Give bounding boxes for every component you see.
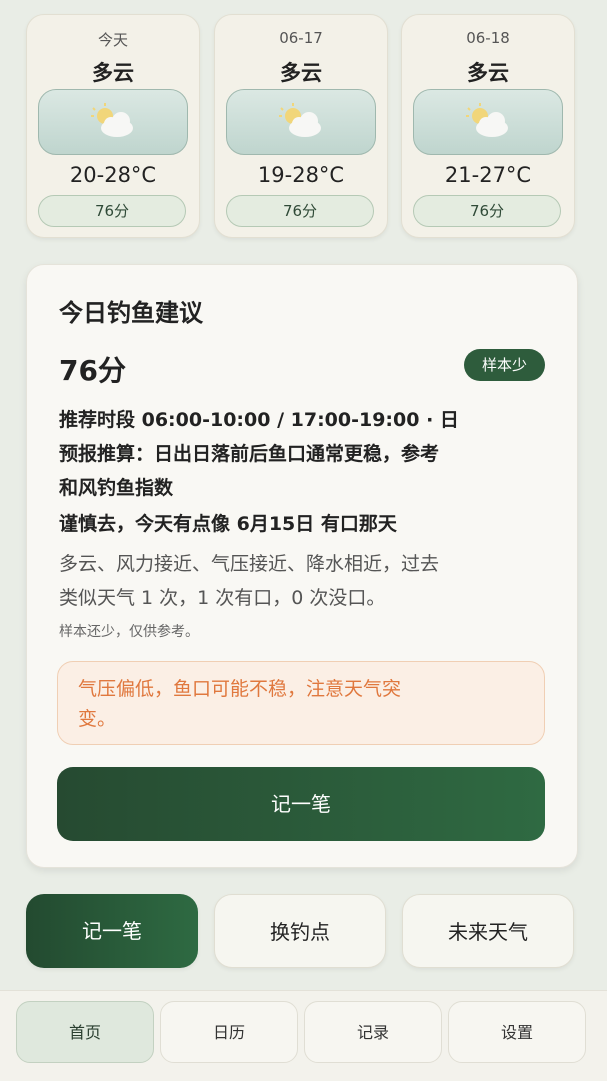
fishing-advice-card: 今日钓鱼建议 76分 样本少 推荐时段 06:00-10:00 / 17:00-… <box>26 264 578 868</box>
forecast-temp: 21-27°C <box>444 163 532 187</box>
change-spot-button[interactable]: 换钓点 <box>214 894 386 968</box>
future-weather-button[interactable]: 未来天气 <box>402 894 574 968</box>
forecast-condition: 多云 <box>92 61 134 85</box>
recommended-time: 推荐时段 06:00-10:00 / 17:00-19:00 · 日 预报推算：… <box>59 403 549 505</box>
recommend-line: 和风钓鱼指数 <box>59 477 174 499</box>
sample-note: 样本还少，仅供参考。 <box>59 624 199 640</box>
forecast-condition: 多云 <box>280 61 322 85</box>
partly-cloudy-icon <box>91 103 133 137</box>
weather-icon-box <box>226 89 376 155</box>
forecast-date: 今天 <box>97 31 128 49</box>
forecast-condition: 多云 <box>467 61 509 85</box>
bottom-tab-bar: 首页 日历 记录 设置 <box>0 990 607 1081</box>
forecast-score: 76分 <box>413 195 561 227</box>
quick-record-button[interactable]: 记一笔 <box>26 894 198 968</box>
weather-icon-box <box>38 89 188 155</box>
similar-line: 类似天气 1 次，1 次有口，0 次没口。 <box>59 587 386 609</box>
advice-score: 76分 <box>59 354 126 387</box>
forecast-score: 76分 <box>226 195 374 227</box>
record-button[interactable]: 记一笔 <box>57 767 545 841</box>
sample-badge: 样本少 <box>463 349 545 381</box>
forecast-temp: 20-28°C <box>69 163 157 187</box>
recommend-line: 推荐时段 06:00-10:00 / 17:00-19:00 · 日 <box>59 409 459 431</box>
forecast-temp: 19-28°C <box>257 163 345 187</box>
advice-title: 今日钓鱼建议 <box>59 299 203 327</box>
partly-cloudy-icon <box>279 103 321 137</box>
forecast-date: 06-18 <box>466 29 510 47</box>
tab-settings[interactable]: 设置 <box>448 1001 586 1063</box>
forecast-date: 06-17 <box>279 29 323 47</box>
tab-calendar[interactable]: 日历 <box>160 1001 298 1063</box>
quick-actions: 记一笔 换钓点 未来天气 <box>26 894 576 970</box>
weather-icon-box <box>413 89 563 155</box>
warning-line: 气压偏低，鱼口可能不稳，注意天气突 <box>78 678 402 700</box>
pressure-warning: 气压偏低，鱼口可能不稳，注意天气突 变。 <box>57 661 545 745</box>
tab-records[interactable]: 记录 <box>304 1001 442 1063</box>
forecast-card-0618[interactable]: 06-18 多云 21-27°C 76分 <box>401 14 575 238</box>
forecast-card-0617[interactable]: 06-17 多云 19-28°C 76分 <box>214 14 388 238</box>
forecast-row: 今天 多云 20-28°C 76分 06-17 多云 19-28°C 76分 0… <box>26 14 575 238</box>
similar-day-desc: 多云、风力接近、气压接近、降水相近，过去 类似天气 1 次，1 次有口，0 次没… <box>59 547 549 615</box>
partly-cloudy-icon <box>466 103 508 137</box>
similar-day-title: 谨慎去，今天有点像 6月15日 有口那天 <box>59 513 397 535</box>
forecast-score: 76分 <box>38 195 186 227</box>
tab-home[interactable]: 首页 <box>16 1001 154 1063</box>
similar-line: 多云、风力接近、气压接近、降水相近，过去 <box>59 553 440 575</box>
forecast-card-today[interactable]: 今天 多云 20-28°C 76分 <box>26 14 200 238</box>
recommend-line: 预报推算：日出日落前后鱼口通常更稳，参考 <box>59 443 440 465</box>
warning-line: 变。 <box>78 708 117 730</box>
